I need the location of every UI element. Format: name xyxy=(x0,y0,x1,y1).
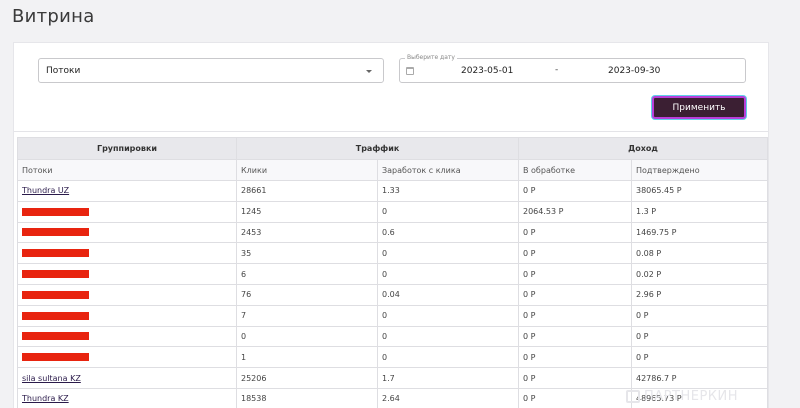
processing-cell: 0 Р xyxy=(518,180,632,202)
epc-cell: 0.6 xyxy=(377,221,519,244)
grouping-select-value: Потоки xyxy=(46,66,81,76)
epc-cell: 0 xyxy=(377,242,519,265)
redacted-flow-name xyxy=(22,228,89,237)
table-row: 2453 0.6 0 Р 1469.75 Р xyxy=(17,221,768,244)
chevron-down-icon xyxy=(366,70,372,73)
confirmed-cell: 0 Р xyxy=(631,304,768,327)
grouping-select[interactable]: Потоки xyxy=(38,58,384,83)
epc-cell: 0 xyxy=(377,346,519,369)
redacted-flow-name xyxy=(22,290,89,299)
clicks-cell: 35 xyxy=(236,242,378,265)
epc-cell: 0 xyxy=(377,263,519,285)
group-header-income: Доход xyxy=(518,137,768,160)
epc-cell: 1.33 xyxy=(377,180,519,202)
clicks-cell: 1245 xyxy=(236,200,378,223)
confirmed-cell: 0.08 Р xyxy=(631,242,768,265)
processing-cell: 0 Р xyxy=(518,346,632,369)
clicks-cell: 1 xyxy=(236,346,378,369)
showcase-panel: Потоки Выберите дату 2023-05-01 - 2023-0… xyxy=(13,42,769,408)
date-range-legend: Выберите дату xyxy=(405,54,457,61)
redacted-flow-name xyxy=(22,353,89,362)
flow-cell xyxy=(17,283,237,306)
clicks-cell: 7 xyxy=(236,304,378,327)
processing-cell: 0 Р xyxy=(518,263,632,285)
table-row: 76 0.04 0 Р 2.96 Р xyxy=(17,283,768,306)
confirmed-cell: 1.3 Р xyxy=(631,200,768,223)
confirmed-cell: 0.02 Р xyxy=(631,263,768,285)
column-header-flows[interactable]: Потоки xyxy=(17,159,237,181)
processing-cell: 0 Р xyxy=(518,283,632,306)
epc-cell: 0.04 xyxy=(377,283,519,306)
table-row: Thundra KZ 18538 2.64 0 Р 48965.73 Р xyxy=(17,387,768,408)
flow-cell: Thundra UZ xyxy=(17,180,237,202)
flow-cell xyxy=(17,200,237,223)
table-row: 35 0 0 Р 0.08 Р xyxy=(17,242,768,265)
confirmed-cell: 2.96 Р xyxy=(631,283,768,306)
processing-cell: 0 Р xyxy=(518,325,632,348)
redacted-flow-name xyxy=(22,311,89,320)
calendar-icon xyxy=(406,67,414,75)
column-header-clicks[interactable]: Клики xyxy=(236,159,378,181)
clicks-cell: 2453 xyxy=(236,221,378,244)
flow-cell xyxy=(17,263,237,285)
table-row: 100 Р0 Р xyxy=(17,346,768,369)
column-header-processing[interactable]: В обработке xyxy=(518,159,632,181)
column-header-epc[interactable]: Заработок с клика xyxy=(377,159,519,181)
redacted-flow-name xyxy=(22,207,89,216)
clicks-cell: 0 xyxy=(236,325,378,348)
confirmed-cell: 48965.73 Р xyxy=(631,387,768,408)
table-row: 000 Р0 Р xyxy=(17,325,768,348)
clicks-cell: 76 xyxy=(236,283,378,306)
processing-cell: 2064.53 Р xyxy=(518,200,632,223)
clicks-cell: 28661 xyxy=(236,180,378,202)
apply-button[interactable]: Применить xyxy=(652,96,746,119)
redacted-flow-name xyxy=(22,249,89,258)
table-row: 700 Р0 Р xyxy=(17,304,768,327)
flow-cell xyxy=(17,304,237,327)
processing-cell: 0 Р xyxy=(518,242,632,265)
redacted-flow-name xyxy=(22,332,89,341)
confirmed-cell: 1469.75 Р xyxy=(631,221,768,244)
processing-cell: 0 Р xyxy=(518,367,632,389)
table-row: Thundra UZ 28661 1.33 0 Р 38065.45 Р xyxy=(17,180,768,202)
group-header-groupings: Группировки xyxy=(17,137,237,160)
flow-link[interactable]: sila sultana KZ xyxy=(22,374,81,383)
flow-cell xyxy=(17,221,237,244)
processing-cell: 0 Р xyxy=(518,387,632,408)
flow-cell xyxy=(17,325,237,348)
flow-link[interactable]: Thundra KZ xyxy=(22,394,69,403)
confirmed-cell: 38065.45 Р xyxy=(631,180,768,202)
confirmed-cell: 42786.7 Р xyxy=(631,367,768,389)
date-separator: - xyxy=(555,65,559,75)
stats-table: Группировки Траффик Доход Потоки Клики З… xyxy=(17,137,768,408)
flow-cell: sila sultana KZ xyxy=(17,367,237,389)
epc-cell: 0 xyxy=(377,304,519,327)
date-range-picker[interactable]: Выберите дату 2023-05-01 - 2023-09-30 xyxy=(399,54,746,83)
epc-cell: 0 xyxy=(377,325,519,348)
column-header-confirmed[interactable]: Подтверждено xyxy=(631,159,768,181)
table-row: sila sultana KZ 25206 1.7 0 Р 42786.7 Р xyxy=(17,367,768,389)
table-row: 1245 0 2064.53 Р 1.3 Р xyxy=(17,200,768,223)
redacted-flow-name xyxy=(22,270,89,279)
flow-cell xyxy=(17,242,237,265)
table-row: 600 Р 0.02 Р xyxy=(17,263,768,285)
confirmed-cell: 0 Р xyxy=(631,325,768,348)
flow-link[interactable]: Thundra UZ xyxy=(22,186,69,195)
processing-cell: 0 Р xyxy=(518,221,632,244)
confirmed-cell: 0 Р xyxy=(631,346,768,369)
clicks-cell: 6 xyxy=(236,263,378,285)
processing-cell: 0 Р xyxy=(518,304,632,327)
epc-cell: 0 xyxy=(377,200,519,223)
flow-cell xyxy=(17,346,237,369)
epc-cell: 1.7 xyxy=(377,367,519,389)
clicks-cell: 18538 xyxy=(236,387,378,408)
group-header-traffic: Траффик xyxy=(236,137,519,160)
page-title: Витрина xyxy=(12,6,95,27)
date-from-field[interactable]: 2023-05-01 xyxy=(461,66,513,76)
epc-cell: 2.64 xyxy=(377,387,519,408)
divider xyxy=(14,131,768,132)
flow-cell: Thundra KZ xyxy=(17,387,237,408)
date-to-field[interactable]: 2023-09-30 xyxy=(608,66,660,76)
clicks-cell: 25206 xyxy=(236,367,378,389)
